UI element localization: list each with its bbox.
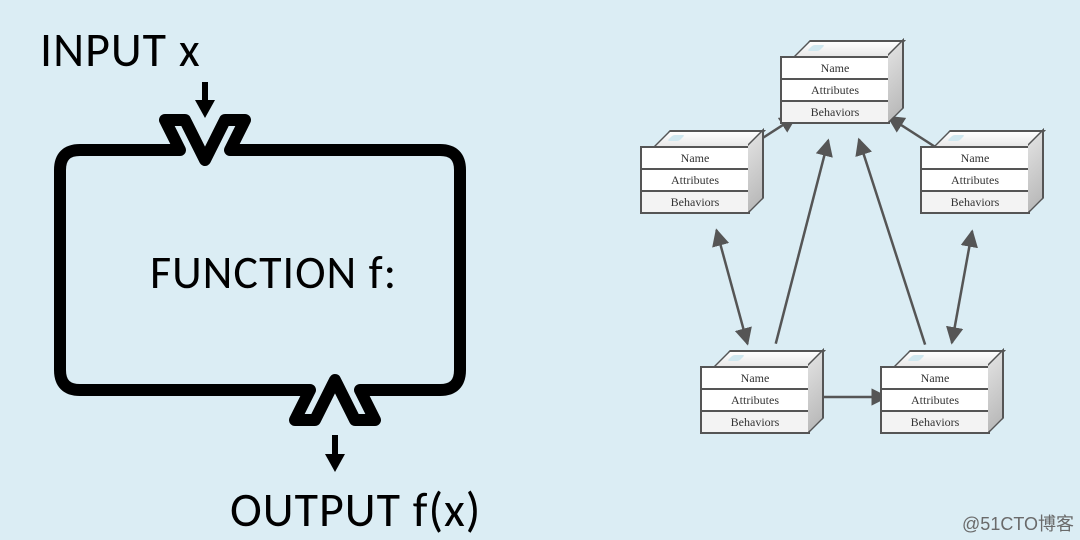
cube-attributes: Attributes bbox=[780, 80, 890, 102]
function-label: FUNCTION f: bbox=[150, 245, 397, 301]
cube-name: Name bbox=[700, 366, 810, 390]
cube-attributes: Attributes bbox=[700, 390, 810, 412]
arrow-bottom-right-right bbox=[952, 231, 972, 343]
cube-attributes: Attributes bbox=[920, 170, 1030, 192]
cube-name: Name bbox=[780, 56, 890, 80]
object-cube-right: NameAttributesBehaviors bbox=[920, 130, 1030, 214]
cube-attributes: Attributes bbox=[640, 170, 750, 192]
cube-behaviors: Behaviors bbox=[780, 102, 890, 124]
cube-attributes: Attributes bbox=[880, 390, 990, 412]
arrow-bottom-right-top bbox=[859, 139, 925, 344]
output-label: OUTPUT f(x) bbox=[230, 480, 481, 539]
function-diagram: INPUT x FUNCTION f: OUTPUT f(x) bbox=[40, 20, 520, 520]
object-cube-bottom-left: NameAttributesBehaviors bbox=[700, 350, 810, 434]
watermark: @51CTO博客 bbox=[962, 510, 1074, 536]
object-cube-top: NameAttributesBehaviors bbox=[780, 40, 890, 124]
object-cube-left: NameAttributesBehaviors bbox=[640, 130, 750, 214]
arrow-bottom-left-top bbox=[776, 140, 829, 343]
arrow-bottom-left-left bbox=[716, 230, 747, 344]
cube-behaviors: Behaviors bbox=[920, 192, 1030, 214]
object-cube-bottom-right: NameAttributesBehaviors bbox=[880, 350, 990, 434]
cube-behaviors: Behaviors bbox=[640, 192, 750, 214]
cube-behaviors: Behaviors bbox=[700, 412, 810, 434]
cube-name: Name bbox=[880, 366, 990, 390]
cube-name: Name bbox=[640, 146, 750, 170]
objects-diagram: NameAttributesBehaviorsNameAttributesBeh… bbox=[600, 40, 1060, 500]
cube-name: Name bbox=[920, 146, 1030, 170]
cube-behaviors: Behaviors bbox=[880, 412, 990, 434]
